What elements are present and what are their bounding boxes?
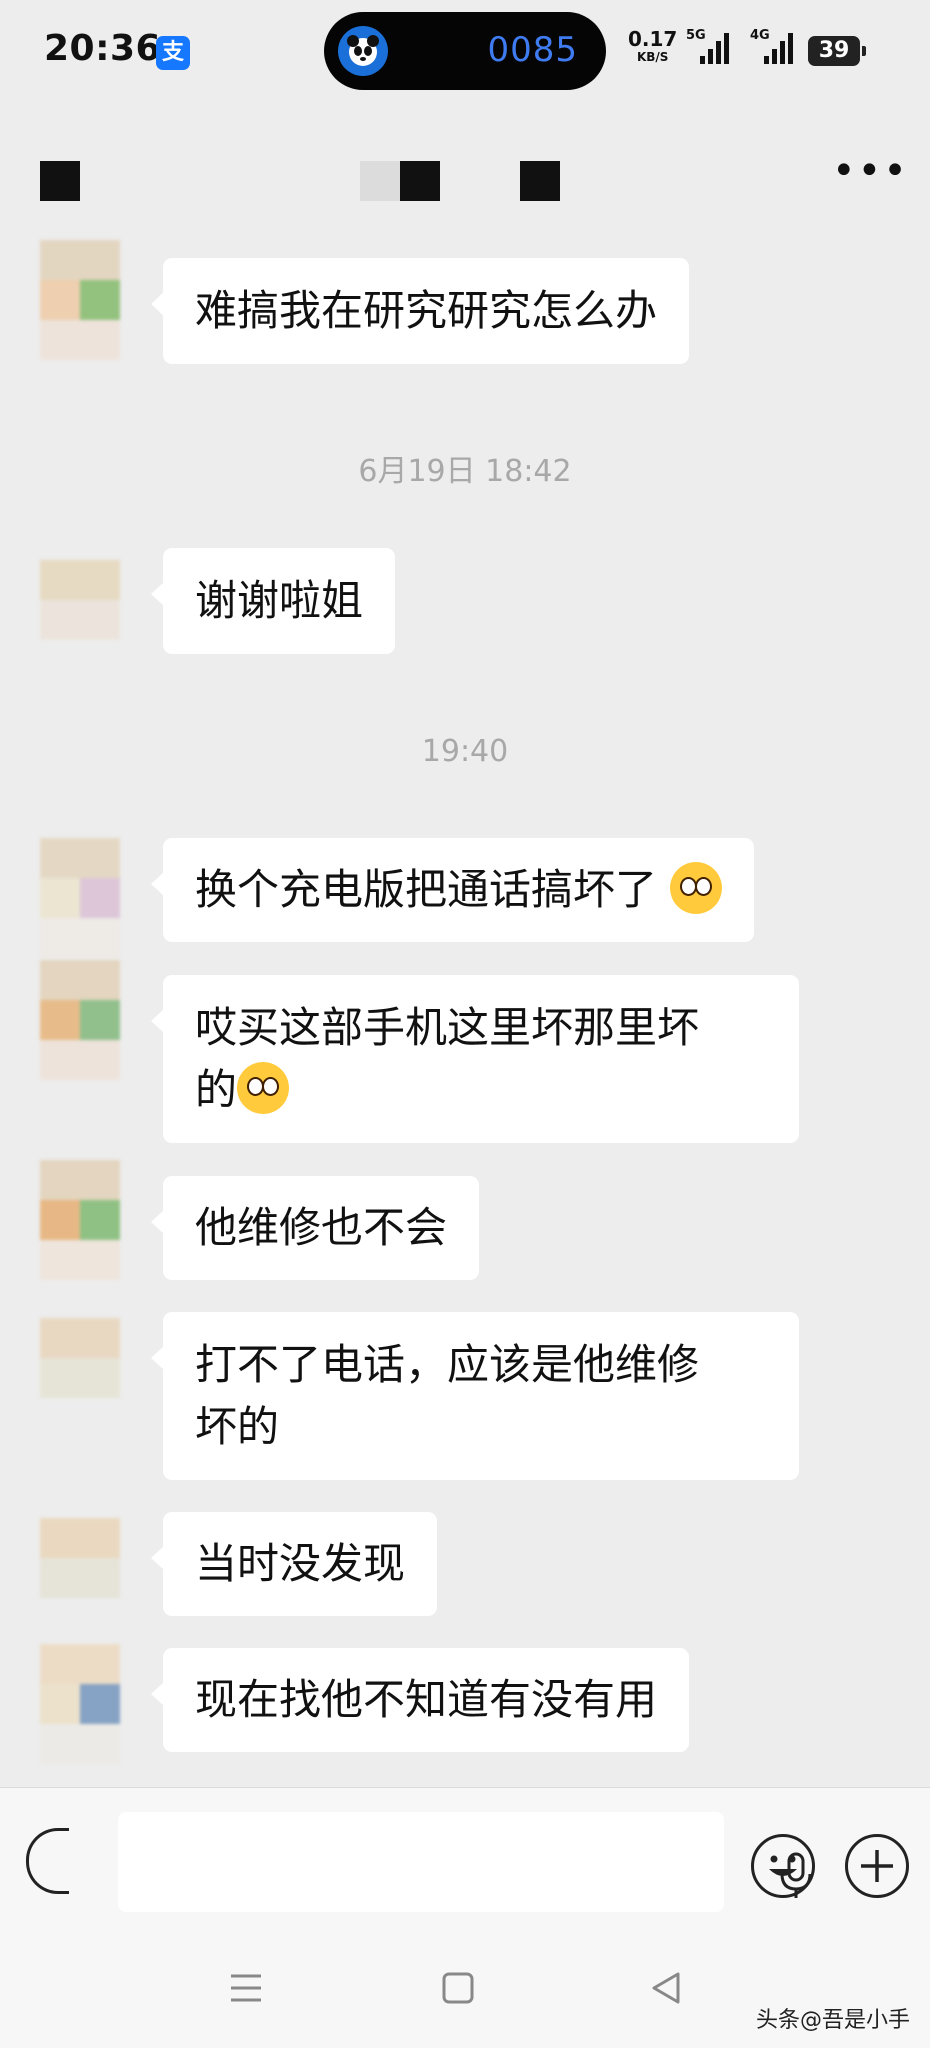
avatar[interactable] [40,1644,120,1764]
island-counter: 0085 [487,30,578,70]
message-text: 谢谢啦姐 [195,576,364,625]
message-input[interactable] [118,1812,812,1912]
redaction-block [360,161,400,201]
watermark: 头条@吾是小手 [755,2008,910,2033]
message-text: 的 [195,1065,238,1114]
signal-4g-label: 4G [750,28,770,43]
more-icon[interactable]: ••• [832,151,909,191]
alipay-icon: 支 [156,36,190,70]
menu-nav-icon[interactable] [228,1970,264,2006]
status-time: 20:36 [44,28,162,69]
message-bubble[interactable]: 换个充电版把通话搞坏了 [150,838,755,942]
pleading-face-emoji [670,862,723,914]
signal-4g-icon: 4G [750,28,796,70]
avatar[interactable] [40,838,120,958]
flushed-face-emoji [237,1062,290,1114]
redaction-block [400,161,440,201]
chat-header: ••• [0,105,930,235]
message-text: 换个充电版把通话搞坏了 [195,865,658,914]
message-text: 难搞我在研究研究怎么办 [195,286,658,335]
message-timestamp: 6月19日 18:42 [358,454,572,489]
message-timestamp: 19:40 [421,734,509,769]
back-nav-icon[interactable] [648,1970,684,2006]
message-bubble[interactable]: 他维修也不会 [150,1176,480,1280]
home-nav-icon[interactable] [440,1970,476,2006]
message-text: 现在找他不知道有没有用 [195,1675,658,1724]
dynamic-island[interactable]: 0085 [324,12,606,90]
message-bubble[interactable]: 哎买这部手机这里坏那里坏 的 [151,975,799,1143]
signal-5g-label: 5G [686,28,706,43]
message-bubble[interactable]: 现在找他不知道有没有用 [150,1648,690,1752]
message-text-line: 的 [195,1059,767,1121]
message-bubble[interactable]: 当时没发现 [150,1512,438,1616]
input-bar [0,1787,930,1933]
message-text: 当时没发现 [195,1539,406,1588]
status-bar: 20:36 支 0085 0.17 KB/S 5G 4G 39 [0,0,930,105]
message-text-line: 哎买这部手机这里坏那里坏 [195,1003,700,1052]
plus-icon[interactable] [845,1834,909,1898]
network-speed: 0.17 KB/S [628,29,677,66]
panda-app-icon [338,26,388,76]
message-text: 他维修也不会 [195,1203,448,1252]
avatar[interactable] [40,560,120,640]
message-text-line: 打不了电话，应该是他维修 [195,1340,700,1389]
voice-toggle-icon[interactable] [26,1828,69,1894]
avatar[interactable] [40,960,120,1080]
message-bubble[interactable]: 难搞我在研究研究怎么办 [150,258,690,364]
avatar[interactable] [40,240,120,360]
battery-icon: 39 [808,36,866,66]
message-text-line: 坏的 [195,1402,280,1451]
signal-5g-icon: 5G [686,28,732,70]
message-bubble[interactable]: 谢谢啦姐 [150,548,396,654]
avatar[interactable] [40,1160,120,1280]
avatar[interactable] [40,1518,120,1598]
message-bubble[interactable]: 打不了电话，应该是他维修 坏的 [151,1312,799,1480]
emoji-icon[interactable] [751,1834,815,1898]
redacted-back-area[interactable] [40,161,80,201]
redaction-block [520,161,560,201]
avatar[interactable] [40,1318,120,1398]
